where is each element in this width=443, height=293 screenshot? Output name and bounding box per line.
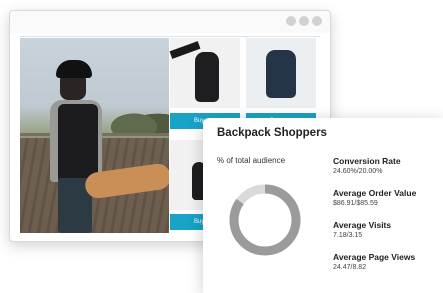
window-control-minimize[interactable] — [286, 16, 296, 26]
metric-label-conversion-rate: Conversion Rate — [333, 156, 401, 166]
product-image-2[interactable] — [246, 38, 316, 108]
window-titlebar — [10, 11, 330, 33]
metric-value-conversion-rate: 24.60%/20.00% — [333, 168, 383, 175]
hero-image — [20, 38, 169, 233]
audience-panel: Backpack Shoppers % of total audience Co… — [203, 118, 443, 293]
window-control-maximize[interactable] — [299, 16, 309, 26]
metric-value-average-page-views: 24.47/8.82 — [333, 264, 367, 271]
metric-label-average-page-views: Average Page Views — [333, 252, 416, 262]
panel-title: Backpack Shoppers — [217, 127, 327, 139]
window-control-close[interactable] — [312, 16, 322, 26]
metric-label-average-order-value: Average Order Value — [333, 188, 417, 198]
panel-subtitle: % of total audience — [217, 156, 286, 165]
metric-value-average-order-value: $86.91/$85.59 — [333, 200, 378, 207]
product-image-1[interactable] — [169, 38, 240, 108]
metric-value-average-visits: 7.18/3.15 — [333, 232, 363, 239]
audience-donut-chart — [229, 184, 301, 256]
metric-label-average-visits: Average Visits — [333, 220, 392, 230]
header-divider — [20, 36, 320, 37]
